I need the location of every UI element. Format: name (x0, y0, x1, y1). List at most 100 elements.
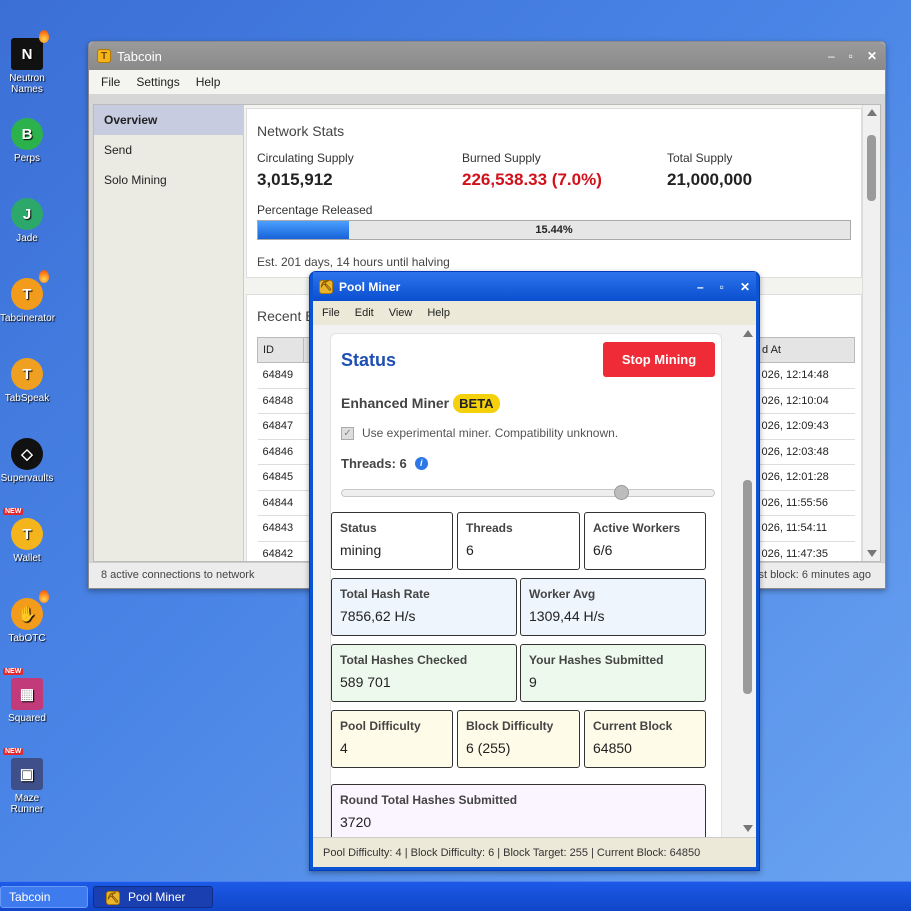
metric-label: Threads (466, 521, 513, 535)
supervaults-icon: ◇ (11, 438, 43, 470)
metric-hashes-checked: Total Hashes Checked 589 701 (331, 644, 517, 702)
desktop-icon-tabcinerator[interactable]: T Tabcinerator (0, 270, 55, 324)
menu-help[interactable]: Help (196, 75, 221, 89)
column-id[interactable]: ID (257, 337, 304, 363)
menu-settings[interactable]: Settings (136, 75, 179, 89)
block-time-cell: 026, 12:09:43 (756, 413, 855, 440)
block-time-cell: 026, 11:54:11 (756, 515, 855, 542)
taskbar-item-pool-miner[interactable]: ⛏ Pool Miner (93, 886, 213, 908)
block-id-cell: 64848 (257, 388, 304, 414)
pool-statusbar: Pool Difficulty: 4 | Block Difficulty: 6… (313, 837, 756, 867)
metric-total-hash-rate: Total Hash Rate 7856,62 H/s (331, 578, 517, 636)
desktop-icon-maze-runner[interactable]: ▣ NEW Maze Runner (0, 748, 54, 815)
tabcoin-titlebar[interactable]: T Tabcoin – ▫ ✕ (89, 42, 885, 70)
metric-label: Block Difficulty (466, 719, 554, 733)
minimize-icon[interactable]: – (697, 280, 704, 294)
recent-blocks-heading: Recent B (257, 308, 315, 324)
taskbar-item-label: Pool Miner (128, 890, 186, 904)
tabcinerator-icon: T (11, 270, 49, 310)
desktop-icon-label: TabSpeak (4, 393, 50, 404)
block-time-cell: 026, 11:47:35 (756, 541, 855, 561)
desktop-icon-label: Perps (13, 153, 41, 164)
flame-icon (39, 590, 49, 603)
block-id-cell: 64847 (257, 413, 304, 440)
maximize-icon[interactable]: ▫ (849, 49, 853, 63)
metric-label: Your Hashes Submitted (529, 653, 664, 667)
new-badge: NEW (3, 668, 24, 675)
scroll-down-icon[interactable] (867, 550, 877, 557)
sidebar-item-send[interactable]: Send (94, 135, 243, 165)
desktop-icon-perps[interactable]: B Perps (0, 118, 54, 164)
close-icon[interactable]: ✕ (867, 49, 877, 63)
metric-value: 64850 (593, 740, 632, 756)
perps-icon: B (11, 118, 43, 150)
menu-file[interactable]: File (101, 75, 120, 89)
flame-icon (39, 30, 49, 43)
metric-hashes-submitted: Your Hashes Submitted 9 (520, 644, 706, 702)
tabcoin-app-icon: T (97, 49, 111, 63)
network-stats-card: Network Stats Circulating Supply 3,015,9… (246, 108, 862, 278)
pool-content: Status Stop Mining Enhanced Miner BETA ✓ U… (313, 325, 756, 837)
menu-file[interactable]: File (322, 307, 340, 319)
maze-runner-icon: ▣ NEW (3, 748, 43, 790)
scroll-up-icon[interactable] (867, 109, 877, 116)
metric-label: Total Hash Rate (340, 587, 430, 601)
menu-view[interactable]: View (389, 307, 413, 319)
experimental-label: Use experimental miner. Compatibility un… (362, 426, 619, 440)
flame-icon (39, 270, 49, 283)
scrollbar-thumb[interactable] (867, 135, 876, 201)
stop-mining-button[interactable]: Stop Mining (603, 342, 715, 377)
metric-label: Total Hashes Checked (340, 653, 468, 667)
taskbar-item-tabcoin[interactable]: Tabcoin (0, 886, 88, 908)
metric-value: 6 (466, 542, 474, 558)
desktop-icon-label: Neutron Names (9, 73, 45, 95)
desktop-icon-squared[interactable]: ▦ NEW Squared (0, 668, 54, 724)
threads-slider[interactable] (341, 485, 715, 500)
block-time-cell: 026, 12:03:48 (756, 439, 855, 465)
metric-pool-difficulty: Pool Difficulty 4 (331, 710, 453, 768)
burned-label: Burned Supply (462, 151, 541, 165)
threads-label: Threads: 6 (341, 456, 407, 471)
sidebar: Overview Send Solo Mining (94, 105, 244, 561)
desktop-icon-tabspeak[interactable]: T TabSpeak (0, 358, 54, 404)
block-time-cell: 026, 12:10:04 (756, 388, 855, 414)
metric-value: 7856,62 H/s (340, 608, 416, 624)
scroll-up-icon[interactable] (743, 330, 753, 337)
tabcoin-scrollbar[interactable] (862, 105, 880, 561)
menu-help[interactable]: Help (427, 307, 450, 319)
experimental-checkbox[interactable]: ✓ (341, 426, 354, 440)
threads-slider-handle[interactable] (614, 485, 629, 500)
block-time-cell: 026, 11:55:56 (756, 490, 855, 516)
column-created-at[interactable]: d At (756, 337, 855, 363)
menu-edit[interactable]: Edit (355, 307, 374, 319)
desktop-icon-supervaults[interactable]: ◇ Supervaults (0, 438, 54, 484)
desktop-icon-neutron-names[interactable]: N Neutron Names (0, 30, 54, 95)
jade-icon: J (11, 198, 43, 230)
pool-titlebar[interactable]: ⛏ Pool Miner – ▫ ✕ (313, 272, 756, 301)
desktop-icon-wallet[interactable]: T NEW Wallet (0, 508, 54, 564)
threads-label-row: Threads: 6 i (341, 456, 428, 471)
pickaxe-icon: ⛏ (319, 279, 333, 294)
metric-label: Current Block (593, 719, 673, 733)
scrollbar-thumb[interactable] (743, 480, 752, 694)
scroll-down-icon[interactable] (743, 825, 753, 832)
close-icon[interactable]: ✕ (740, 280, 750, 294)
maximize-icon[interactable]: ▫ (720, 280, 724, 294)
sidebar-item-overview[interactable]: Overview (94, 105, 243, 135)
minimize-icon[interactable]: – (828, 49, 835, 63)
enhanced-miner-text: Enhanced Miner (341, 395, 450, 411)
desktop-icon-jade[interactable]: J Jade (0, 198, 54, 244)
block-id-cell: 64849 (257, 362, 304, 389)
sidebar-item-solo-mining[interactable]: Solo Mining (94, 165, 243, 195)
desktop-icon-tabotc[interactable]: ✋ TabOTC (0, 590, 54, 644)
metric-status: Status mining (331, 512, 453, 570)
metric-value: 6/6 (593, 542, 613, 558)
desktop-icon-label: Squared (8, 713, 46, 724)
pickaxe-icon: ⛏ (106, 891, 120, 905)
neutron-names-icon: N (11, 30, 49, 70)
experimental-miner-option[interactable]: ✓ Use experimental miner. Compatibility u… (341, 426, 618, 440)
info-icon[interactable]: i (414, 457, 428, 470)
pool-scrollbar[interactable] (740, 325, 756, 837)
metric-round-total: Round Total Hashes Submitted 3720 (331, 784, 706, 837)
pool-title: Pool Miner (339, 279, 401, 294)
